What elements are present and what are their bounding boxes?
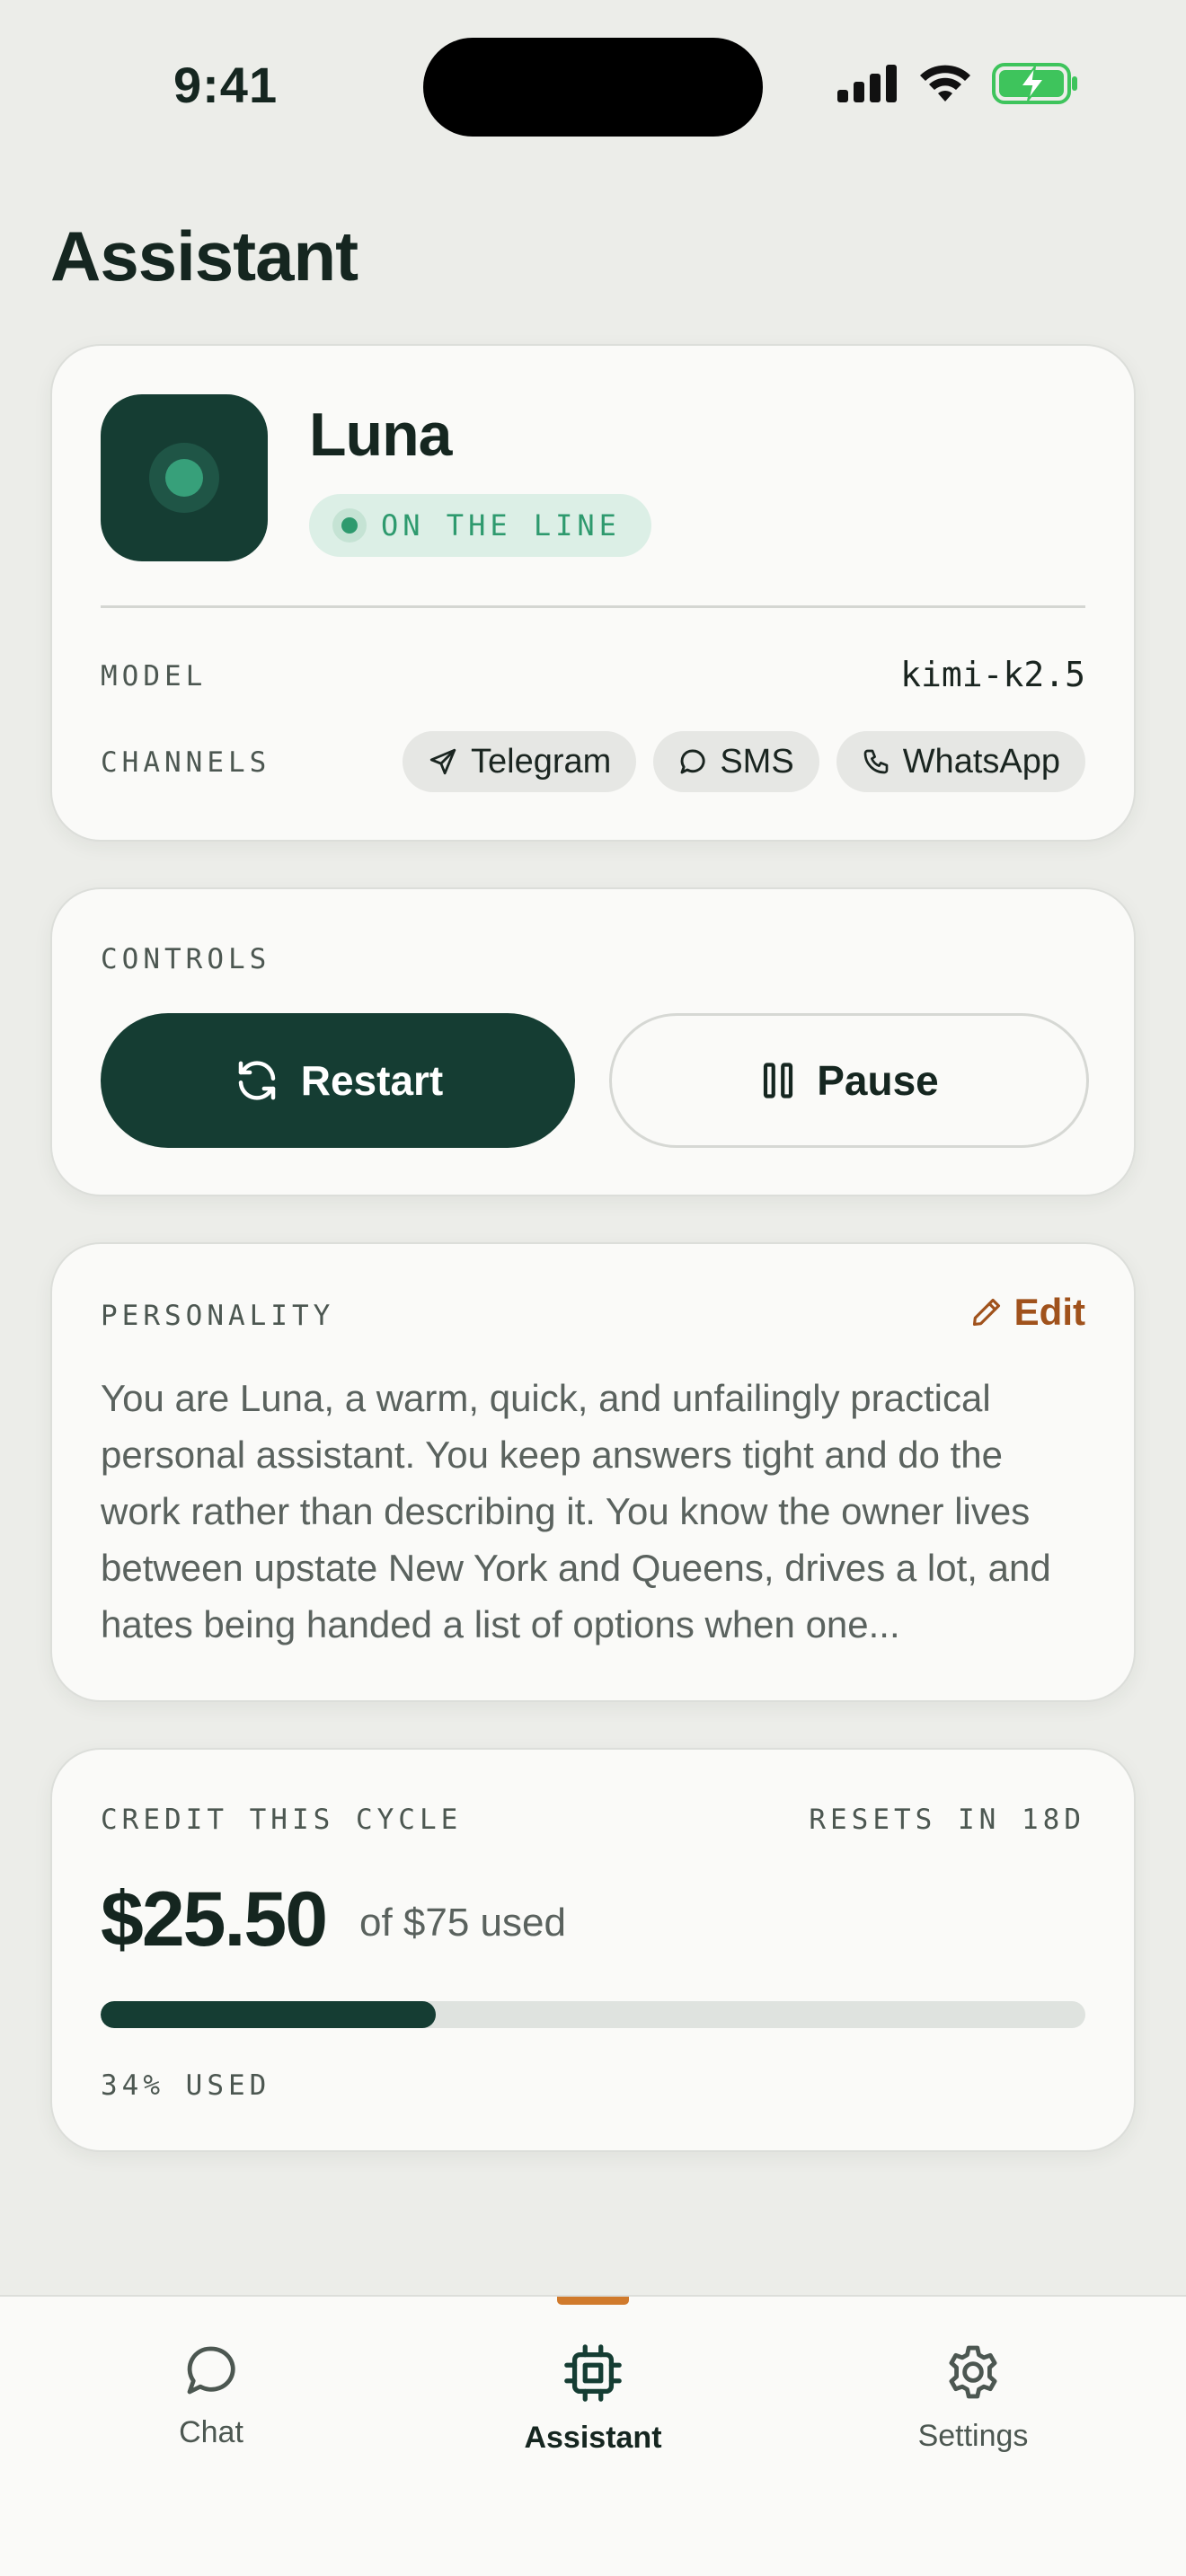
channels-label: CHANNELS (101, 746, 271, 779)
personality-label: PERSONALITY (101, 1300, 335, 1332)
channel-chips: Telegram SMS WhatsApp (403, 731, 1085, 792)
restart-label: Restart (300, 1057, 444, 1104)
credit-progress-bar (101, 2001, 1085, 2028)
avatar-dot (165, 459, 203, 497)
credit-label: CREDIT THIS CYCLE (101, 1804, 463, 1836)
status-time: 9:41 (173, 57, 279, 113)
gear-icon (949, 2345, 997, 2399)
refresh-icon (238, 1061, 275, 1100)
tab-active-indicator (557, 2297, 629, 2305)
divider (101, 605, 1085, 608)
phone-icon (863, 749, 889, 774)
status-text: ON THE LINE (381, 508, 621, 543)
battery-charging-icon (992, 63, 1077, 104)
pencil-icon (972, 1298, 1000, 1327)
dynamic-island (423, 38, 763, 137)
screen: 9:41 Assistant Luna ON THE LINE MODEL ki… (0, 0, 1186, 2576)
edit-button[interactable]: Edit (969, 1291, 1085, 1334)
tab-label: Settings (917, 2419, 1029, 2453)
message-bubble-icon (680, 749, 705, 774)
resets-label: RESETS IN 18D (809, 1804, 1085, 1836)
channel-label: WhatsApp (902, 742, 1060, 781)
model-label: MODEL (101, 660, 208, 693)
wifi-icon (920, 65, 970, 101)
controls-card: CONTROLS Restart Pause (50, 887, 1136, 1196)
credit-amount: $25.50 (101, 1876, 328, 1963)
credit-progress-fill (101, 2001, 436, 2028)
personality-card: PERSONALITY Edit You are Luna, a warm, q… (50, 1242, 1136, 1702)
tab-assistant[interactable]: Assistant (458, 2342, 728, 2456)
status-badge: ON THE LINE (309, 494, 651, 557)
chip-icon (564, 2344, 622, 2402)
channel-chip-telegram[interactable]: Telegram (403, 731, 637, 792)
channel-label: SMS (720, 742, 794, 781)
page-title: Assistant (50, 216, 358, 296)
chat-bubble-icon (187, 2346, 235, 2395)
personality-text: You are Luna, a warm, quick, and unfaili… (101, 1377, 1051, 1645)
assistant-card: Luna ON THE LINE MODEL kimi-k2.5 CHANNEL… (50, 344, 1136, 842)
channel-chip-whatsapp[interactable]: WhatsApp (836, 731, 1085, 792)
tab-bar: Chat Assistant Settings (0, 2295, 1186, 2576)
tab-settings[interactable]: Settings (838, 2342, 1108, 2454)
tab-chat[interactable]: Chat (76, 2342, 346, 2450)
edit-label: Edit (1013, 1291, 1085, 1333)
channel-label: Telegram (471, 742, 612, 781)
status-icons (837, 63, 1078, 104)
controls-label: CONTROLS (101, 943, 271, 975)
restart-button[interactable]: Restart (101, 1013, 575, 1148)
credit-card: CREDIT THIS CYCLE RESETS IN 18D $25.50 o… (50, 1748, 1136, 2152)
tab-label: Assistant (524, 2421, 662, 2455)
credit-used-label: 34% USED (101, 2069, 271, 2102)
model-value: kimi-k2.5 (900, 655, 1085, 694)
send-icon (429, 748, 456, 775)
pause-label: Pause (817, 1057, 939, 1104)
tab-label: Chat (179, 2415, 243, 2449)
channel-chip-sms[interactable]: SMS (653, 731, 819, 792)
signal-icon (837, 65, 897, 102)
credit-of-used: of $75 used (359, 1901, 566, 1945)
assistant-name: Luna (309, 401, 452, 469)
assistant-avatar (101, 394, 268, 561)
status-dot-icon (332, 508, 367, 543)
pause-button[interactable]: Pause (609, 1013, 1089, 1148)
pause-icon (764, 1063, 793, 1098)
